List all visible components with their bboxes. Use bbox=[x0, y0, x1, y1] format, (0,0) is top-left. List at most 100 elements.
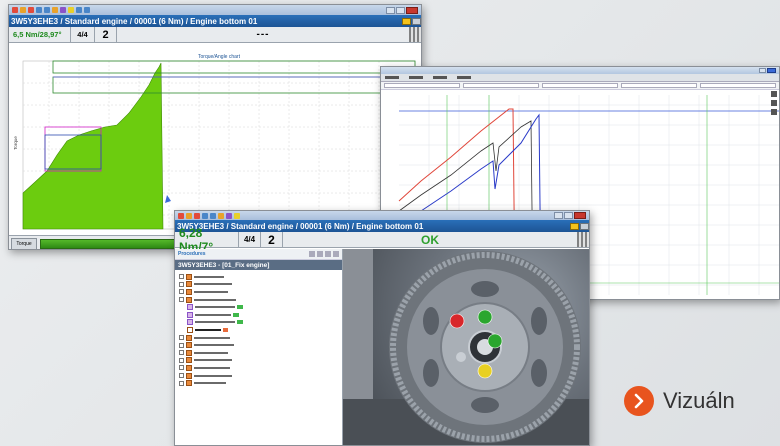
tree-item[interactable] bbox=[179, 341, 338, 349]
chart-icon-3[interactable] bbox=[226, 212, 232, 219]
zoom-icon[interactable] bbox=[771, 91, 777, 97]
menu-bar bbox=[381, 74, 779, 82]
tree-item[interactable] bbox=[179, 357, 338, 365]
tree-tool-icon-1[interactable] bbox=[309, 251, 315, 257]
tree-item[interactable] bbox=[179, 364, 338, 372]
tree-item[interactable] bbox=[179, 319, 338, 327]
filter-field-4[interactable] bbox=[621, 83, 697, 88]
torque-chart: Torque/Angle chart Torque bbox=[13, 54, 416, 230]
alert-button[interactable] bbox=[402, 17, 411, 25]
tree-item[interactable] bbox=[179, 372, 338, 380]
minimize-button-3[interactable] bbox=[554, 212, 563, 219]
tree-tool-icon-2[interactable] bbox=[317, 251, 323, 257]
filter-field-5[interactable] bbox=[700, 83, 776, 88]
tree-item[interactable] bbox=[179, 311, 338, 319]
app-icon bbox=[12, 7, 18, 13]
tree-item[interactable] bbox=[179, 296, 338, 304]
chevron-right-icon bbox=[624, 386, 654, 416]
settings-icon[interactable] bbox=[36, 7, 42, 13]
tree-item[interactable] bbox=[179, 334, 338, 342]
tree-tool-icon-4[interactable] bbox=[333, 251, 339, 257]
open-icon-3[interactable] bbox=[186, 212, 192, 219]
side-icons bbox=[771, 91, 779, 131]
tree-tool-icon-3[interactable] bbox=[325, 251, 331, 257]
open-icon[interactable] bbox=[20, 7, 26, 13]
print-icon[interactable] bbox=[44, 7, 50, 13]
options-button-3[interactable] bbox=[580, 222, 589, 230]
chart-icon[interactable] bbox=[60, 7, 66, 13]
tree-item[interactable] bbox=[179, 349, 338, 357]
path-bar: 3W5Y3EHE3 / Standard engine / 00001 (6 N… bbox=[9, 15, 421, 27]
chart-area: Torque/Angle chart Torque bbox=[9, 43, 421, 235]
window-titlebar-2 bbox=[381, 67, 779, 74]
save-icon-3[interactable] bbox=[194, 212, 200, 219]
tree-item[interactable] bbox=[179, 379, 338, 387]
maximize-button[interactable] bbox=[396, 6, 405, 14]
tree-title-bar: 3W5Y3EHE3 - [01_Fix engine] bbox=[175, 260, 342, 270]
count-value: 4/4 bbox=[71, 27, 95, 42]
bolt-yellow-icon bbox=[477, 363, 493, 379]
pan-icon[interactable] bbox=[771, 100, 777, 106]
procedure-tree-panel: Procedures 3W5Y3EHE3 - [01_Fix engine] bbox=[175, 249, 343, 445]
grid-icon-3[interactable] bbox=[577, 232, 589, 247]
path-bar-3: 3W5Y3EHE3 / Standard engine / 00001 (6 N… bbox=[175, 220, 589, 232]
reset-icon[interactable] bbox=[771, 109, 777, 115]
tree-item[interactable] bbox=[179, 273, 338, 281]
tree-header-row: Procedures bbox=[175, 249, 342, 260]
status-bar-3: 6,28 Nm/7° 4/4 2 OK bbox=[175, 226, 589, 254]
app-icon-3 bbox=[178, 212, 184, 219]
bolt-green-icon bbox=[477, 309, 493, 325]
folder-icon-3[interactable] bbox=[218, 212, 224, 219]
procedure-window: 3W5Y3EHE3 / Standard engine / 00001 (6 N… bbox=[174, 210, 590, 446]
window-titlebar-3 bbox=[175, 211, 589, 220]
program-value-3: 2 bbox=[261, 232, 283, 247]
tree-title: 3W5Y3EHE3 - [01_Fix engine] bbox=[178, 261, 270, 269]
tools-icon[interactable] bbox=[76, 7, 82, 13]
close-button-2[interactable] bbox=[767, 68, 776, 73]
save-icon[interactable] bbox=[28, 7, 34, 13]
result-value: --- bbox=[256, 29, 270, 40]
help-icon[interactable] bbox=[84, 7, 90, 13]
alert-button-3[interactable] bbox=[570, 222, 579, 230]
filter-field-3[interactable] bbox=[542, 83, 618, 88]
maximize-button-3[interactable] bbox=[564, 212, 573, 219]
feature-caption: Vizuáln bbox=[624, 386, 735, 416]
tree-item[interactable] bbox=[179, 288, 338, 296]
filter-field-2[interactable] bbox=[463, 83, 539, 88]
report-icon-3[interactable] bbox=[234, 212, 240, 219]
status-bar: 6,5 Nm/28,97° 4/4 2 --- bbox=[9, 27, 421, 43]
menu-item-3[interactable] bbox=[433, 76, 447, 79]
tree-header: Procedures bbox=[178, 251, 206, 257]
torque-value: 6,5 Nm/28,97° bbox=[9, 27, 71, 42]
bolt-green-icon bbox=[487, 333, 503, 349]
window-titlebar bbox=[9, 5, 421, 15]
minimize-button[interactable] bbox=[386, 6, 395, 14]
options-button[interactable] bbox=[412, 17, 421, 25]
chart-title: Torque/Angle chart bbox=[198, 54, 241, 60]
tree-item[interactable] bbox=[179, 281, 338, 289]
minimize-button-2[interactable] bbox=[759, 68, 766, 73]
close-button[interactable] bbox=[406, 6, 418, 14]
close-button-3[interactable] bbox=[574, 212, 586, 219]
bolt-plain-icon bbox=[456, 352, 466, 362]
menu-item-1[interactable] bbox=[385, 76, 399, 79]
report-icon[interactable] bbox=[68, 7, 74, 13]
tree-item[interactable] bbox=[179, 326, 338, 334]
grid-icon[interactable] bbox=[409, 27, 421, 42]
tree-item[interactable] bbox=[179, 303, 338, 311]
folder-icon[interactable] bbox=[52, 7, 58, 13]
program-value: 2 bbox=[95, 27, 117, 42]
print-icon-3[interactable] bbox=[210, 212, 216, 219]
filter-row bbox=[381, 82, 779, 90]
filter-field-1[interactable] bbox=[384, 83, 460, 88]
path-text: 3W5Y3EHE3 / Standard engine / 00001 (6 N… bbox=[11, 16, 258, 26]
menu-item-2[interactable] bbox=[409, 76, 423, 79]
tree-list bbox=[175, 270, 342, 390]
caption-text: Vizuáln bbox=[663, 388, 735, 413]
menu-item-4[interactable] bbox=[457, 76, 471, 79]
flywheel-image bbox=[343, 249, 589, 445]
result-value-3: OK bbox=[421, 232, 439, 247]
torque-tab[interactable]: Torque bbox=[11, 237, 37, 249]
count-value-3: 4/4 bbox=[239, 232, 261, 247]
settings-icon-3[interactable] bbox=[202, 212, 208, 219]
